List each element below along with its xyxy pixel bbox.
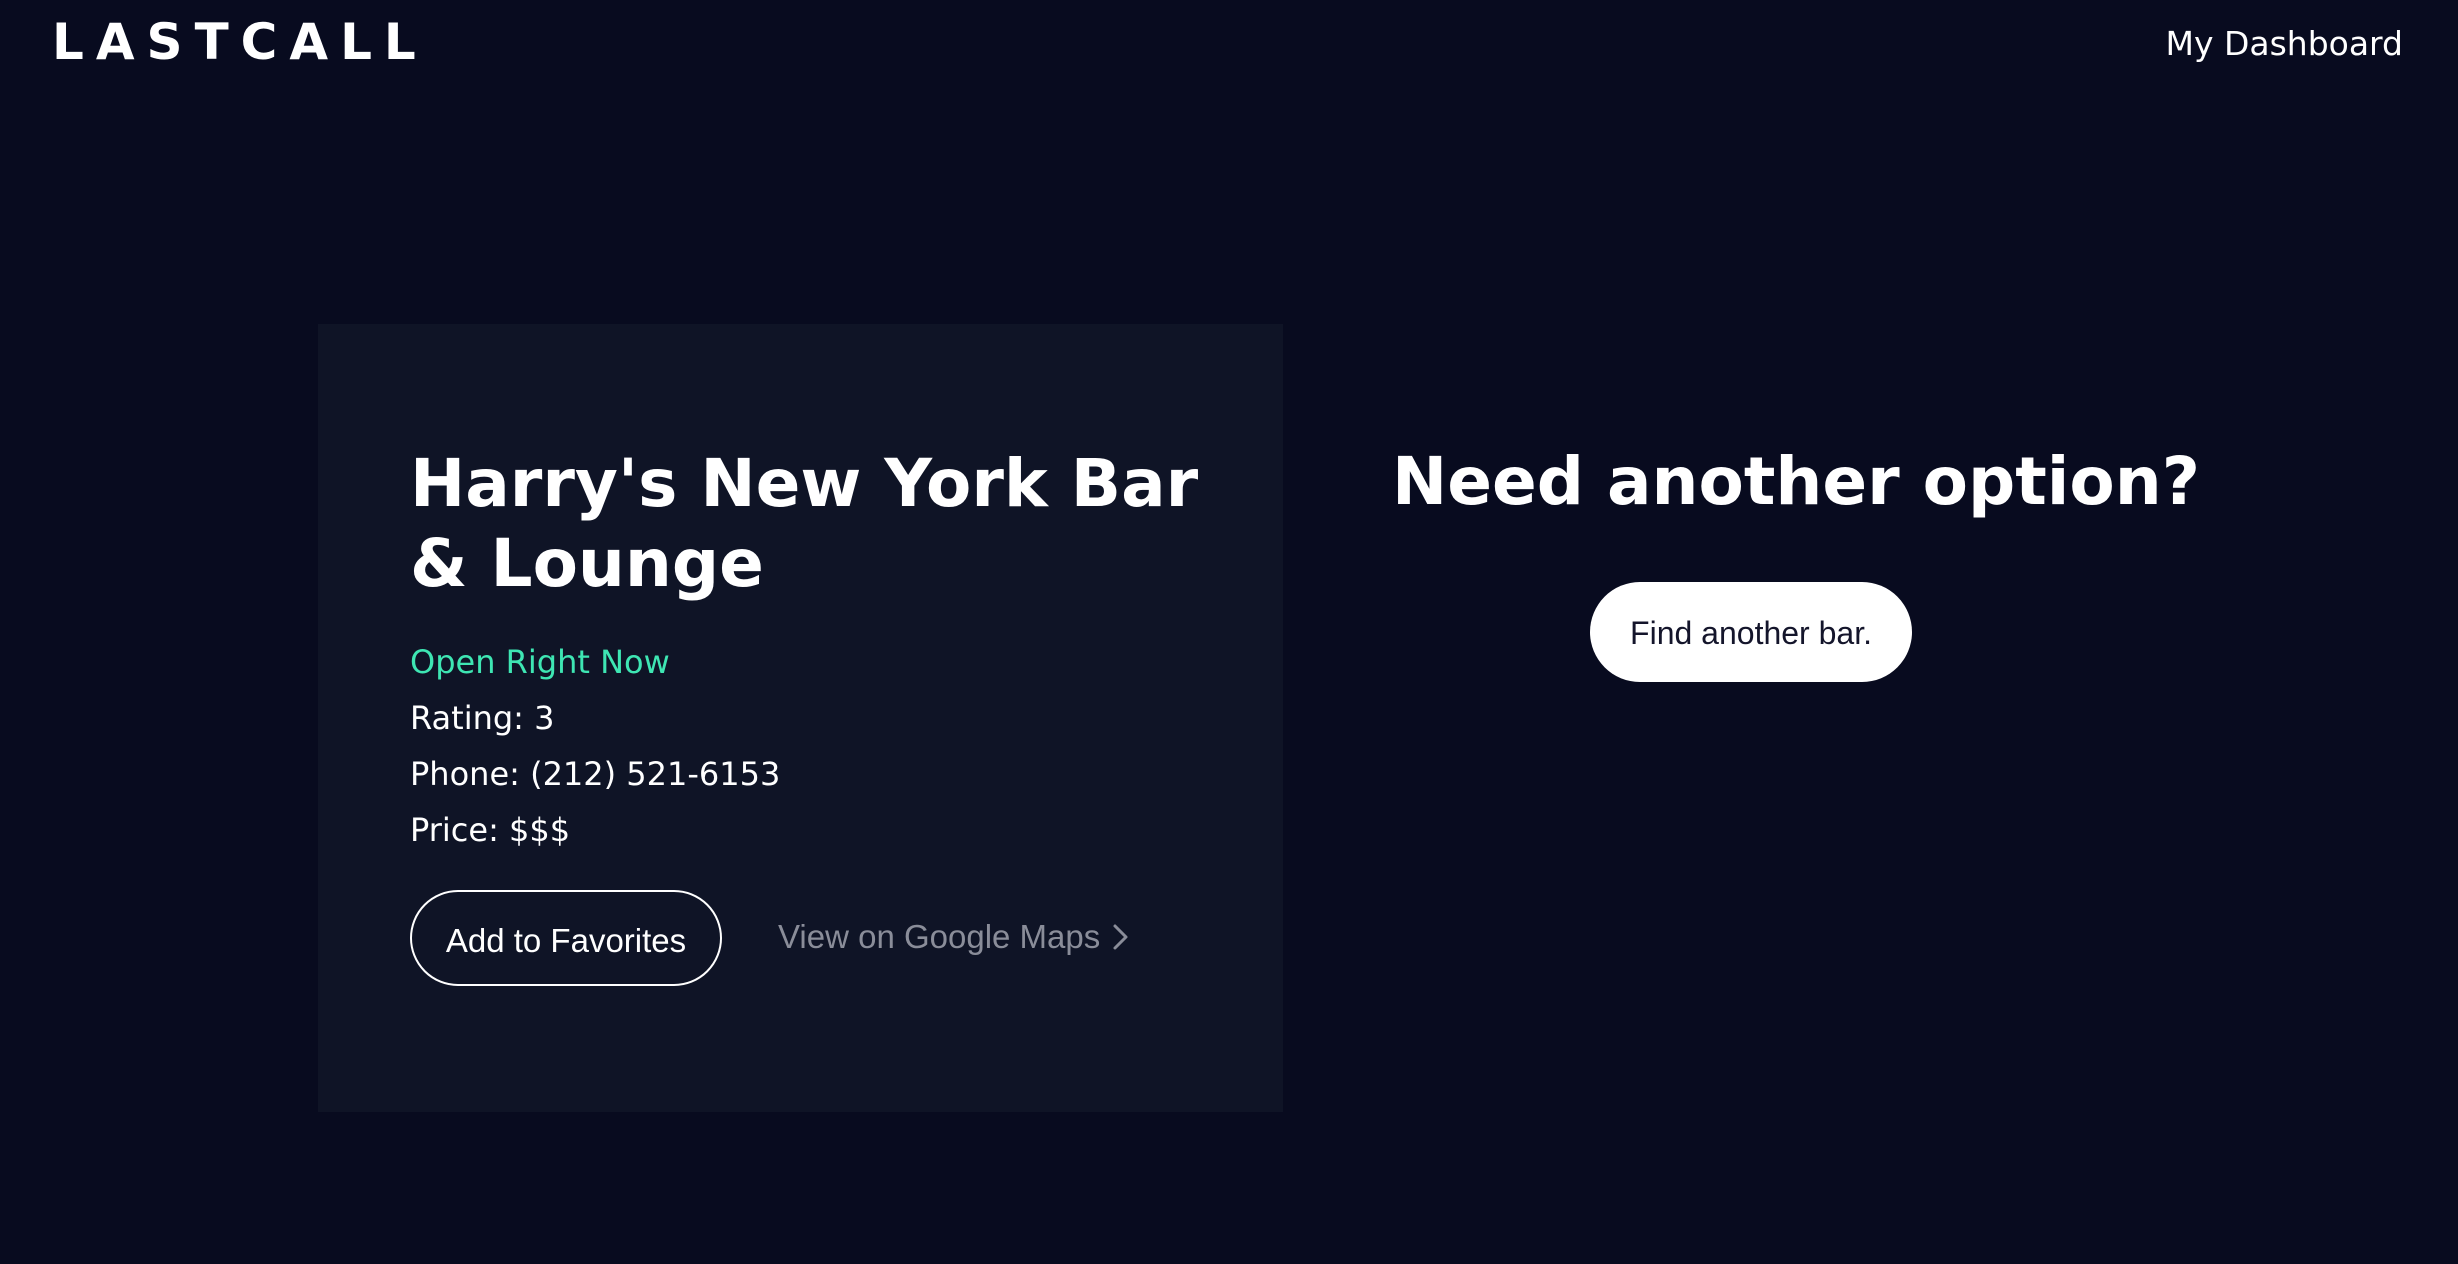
find-another-bar-button[interactable]: Find another bar. [1590,582,1912,682]
phone-text: Phone: (212) 521-6153 [410,755,781,793]
my-dashboard-link[interactable]: My Dashboard [2165,22,2403,66]
bar-name: Harry's New York Bar & Lounge [410,445,1199,602]
rating-text: Rating: 3 [410,699,555,737]
chevron-right-icon [1110,920,1132,954]
bar-card: Harry's New York Bar & Lounge Open Right… [318,324,1283,1112]
add-to-favorites-button[interactable]: Add to Favorites [410,890,722,986]
price-text: Price: $$$ [410,811,571,849]
page: LASTCALL My Dashboard Harry's New York B… [0,0,2458,1264]
open-status: Open Right Now [410,643,670,681]
logo[interactable]: LASTCALL [52,12,428,72]
need-another-option-heading: Need another option? [1392,443,2201,520]
view-on-google-maps-link[interactable]: View on Google Maps [778,914,1132,960]
maps-link-label: View on Google Maps [778,918,1101,955]
